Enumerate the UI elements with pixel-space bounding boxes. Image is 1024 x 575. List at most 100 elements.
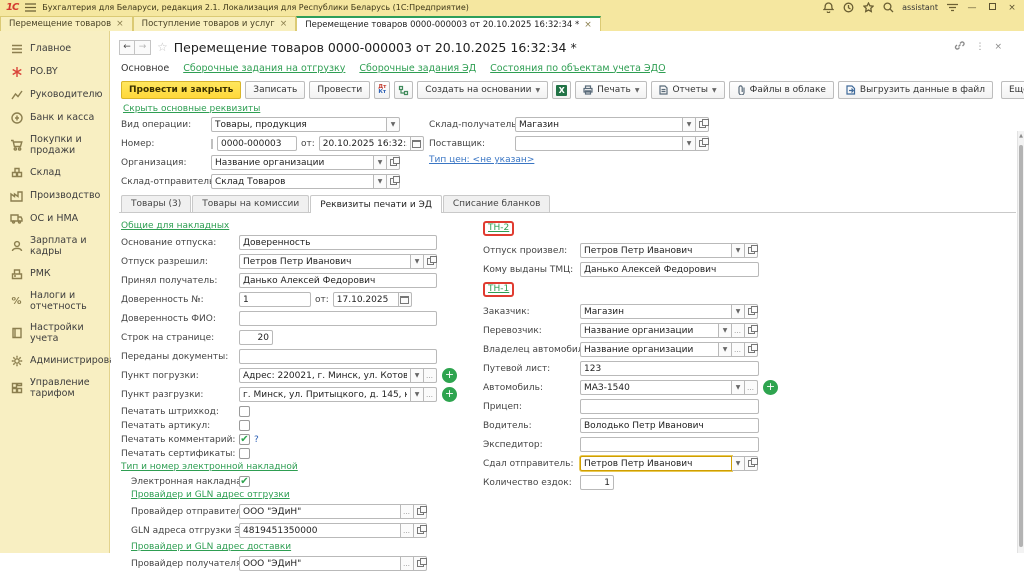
cloud-files-button[interactable]: Файлы в облаке — [729, 81, 834, 99]
scrollbar-up-icon[interactable]: ▲ — [1018, 133, 1024, 139]
dropdown-icon[interactable]: ▼ — [411, 387, 424, 402]
dropdown-icon[interactable]: ▼ — [411, 254, 424, 269]
save-button[interactable]: Записать — [245, 81, 305, 99]
close-document-icon[interactable]: × — [994, 42, 1002, 52]
open-icon[interactable] — [414, 504, 427, 519]
window-tab-postuplenie[interactable]: Поступление товаров и услуг × — [133, 16, 297, 31]
add-vehicle-button[interactable]: + — [763, 380, 778, 395]
tab-close-icon[interactable]: × — [116, 19, 124, 29]
choose-icon[interactable]: … — [732, 342, 745, 357]
sidebar-item-upravlenie-tarifom[interactable]: Управление тарифом — [0, 372, 109, 404]
forward-button[interactable]: → — [135, 40, 151, 55]
choose-icon[interactable]: … — [424, 368, 437, 383]
nav-osnovnoe[interactable]: Основное — [121, 63, 169, 74]
tab-close-icon[interactable]: × — [584, 20, 592, 30]
power-of-attorney-date-input[interactable] — [333, 292, 399, 307]
received-by-input[interactable] — [239, 273, 437, 288]
trips-count-input[interactable] — [580, 475, 614, 490]
search-icon[interactable] — [882, 2, 894, 14]
more-button[interactable]: Еще▼ — [1001, 81, 1024, 99]
goods-issued-to-input[interactable] — [580, 262, 759, 277]
warehouse-sender-input[interactable] — [211, 174, 374, 189]
sidebar-item-rmk[interactable]: РМК — [0, 262, 109, 285]
structure-button[interactable] — [394, 81, 413, 99]
post-and-close-button[interactable]: Провести и закрыть — [121, 81, 241, 99]
choose-icon[interactable]: … — [401, 556, 414, 571]
number-lock-checkbox[interactable] — [211, 139, 213, 149]
open-icon[interactable] — [414, 556, 427, 571]
create-based-on-button[interactable]: Создать на основании▼ — [417, 81, 548, 99]
trailer-input[interactable] — [580, 399, 759, 414]
sidebar-item-zarplata-kadry[interactable]: Зарплата и кадры — [0, 230, 109, 262]
driver-input[interactable] — [580, 418, 759, 433]
tab-rekvizity-pechati[interactable]: Реквизиты печати и ЭД — [310, 195, 442, 213]
sidebar-item-rukovoditelyu[interactable]: Руководителю — [0, 83, 109, 106]
open-icon[interactable] — [745, 456, 758, 471]
choose-icon[interactable]: … — [424, 387, 437, 402]
open-icon[interactable] — [696, 136, 709, 151]
dropdown-icon[interactable]: ▼ — [411, 368, 424, 383]
open-icon[interactable] — [696, 117, 709, 132]
price-type-link[interactable]: Тип цен: <не указан> — [429, 155, 534, 165]
choose-icon[interactable]: … — [732, 323, 745, 338]
excel-export-button[interactable]: X — [552, 81, 571, 99]
sidebar-item-pokupki-prodazhi[interactable]: Покупки и продажи — [0, 129, 109, 161]
release-made-by-input[interactable] — [580, 243, 732, 258]
power-of-attorney-number-input[interactable] — [239, 292, 311, 307]
hint-link[interactable]: ? — [254, 435, 259, 445]
more-menu-icon[interactable]: ⋮ — [975, 42, 984, 52]
sidebar-item-os-nma[interactable]: ОС и НМА — [0, 207, 109, 230]
dropdown-icon[interactable]: ▼ — [387, 117, 400, 132]
vertical-scrollbar[interactable]: ▲ — [1017, 131, 1024, 553]
supplier-input[interactable] — [515, 136, 683, 151]
release-basis-input[interactable] — [239, 235, 437, 250]
window-tab-active-document[interactable]: Перемещение товаров 0000-000003 от 20.10… — [296, 16, 601, 31]
open-icon[interactable] — [424, 254, 437, 269]
sidebar-item-nastroyki-ucheta[interactable]: Настройки учета — [0, 317, 109, 349]
choose-icon[interactable]: … — [401, 504, 414, 519]
tab-close-icon[interactable]: × — [280, 19, 288, 29]
handed-over-by-input[interactable] — [580, 456, 732, 471]
minimize-icon[interactable]: — — [966, 3, 978, 13]
operation-type-input[interactable] — [211, 117, 387, 132]
carrier-input[interactable] — [580, 323, 719, 338]
nav-sborochnye-otgruzka[interactable]: Сборочные задания на отгрузку — [183, 63, 345, 74]
sidebar-item-poby[interactable]: PO.BY — [0, 60, 109, 83]
dropdown-icon[interactable]: ▼ — [732, 456, 745, 471]
tab-spisanie-blankov[interactable]: Списание бланков — [443, 195, 551, 212]
close-icon[interactable]: × — [1006, 3, 1018, 13]
nav-sborochnye-ed[interactable]: Сборочные задания ЭД — [359, 63, 476, 74]
e-waybill-type-section-link[interactable]: Тип и номер электронной накладной — [121, 462, 298, 472]
dropdown-icon[interactable]: ▼ — [683, 117, 696, 132]
print-article-checkbox[interactable] — [239, 420, 250, 431]
tn2-link[interactable]: ТН-2 — [488, 223, 509, 233]
tab-tovary-komissiya[interactable]: Товары на комиссии — [192, 195, 309, 212]
open-icon[interactable] — [387, 174, 400, 189]
document-date-input[interactable] — [319, 136, 411, 151]
nav-sostoyaniya-edo[interactable]: Состояния по объектам учета ЭДО — [490, 63, 665, 74]
open-icon[interactable] — [745, 243, 758, 258]
electronic-waybill-checkbox[interactable] — [239, 476, 250, 487]
add-loading-point-button[interactable]: + — [442, 368, 457, 383]
main-menu-icon[interactable] — [24, 2, 36, 14]
sidebar-item-bank-kassa[interactable]: Банк и касса — [0, 106, 109, 129]
unloading-point-input[interactable] — [239, 387, 411, 402]
open-icon[interactable] — [745, 342, 758, 357]
customer-input[interactable] — [580, 304, 732, 319]
window-tab-peremeshchenie[interactable]: Перемещение товаров × — [0, 16, 133, 31]
tab-tovary[interactable]: Товары (3) — [121, 195, 191, 212]
power-of-attorney-name-input[interactable] — [239, 311, 437, 326]
choose-icon[interactable]: … — [745, 380, 758, 395]
forwarder-input[interactable] — [580, 437, 759, 452]
notifications-bell-icon[interactable] — [822, 2, 834, 14]
sidebar-item-glavnoe[interactable]: Главное — [0, 37, 109, 60]
dropdown-icon[interactable]: ▼ — [719, 342, 732, 357]
common-waybill-section-link[interactable]: Общие для накладных — [121, 221, 229, 231]
add-unloading-point-button[interactable]: + — [442, 387, 457, 402]
print-certificates-checkbox[interactable] — [239, 448, 250, 459]
choose-icon[interactable]: … — [401, 523, 414, 538]
open-icon[interactable] — [414, 523, 427, 538]
dropdown-icon[interactable]: ▼ — [683, 136, 696, 151]
provider-gln-delivery-section-link[interactable]: Провайдер и GLN адрес доставки — [131, 542, 291, 552]
dropdown-icon[interactable]: ▼ — [374, 155, 387, 170]
